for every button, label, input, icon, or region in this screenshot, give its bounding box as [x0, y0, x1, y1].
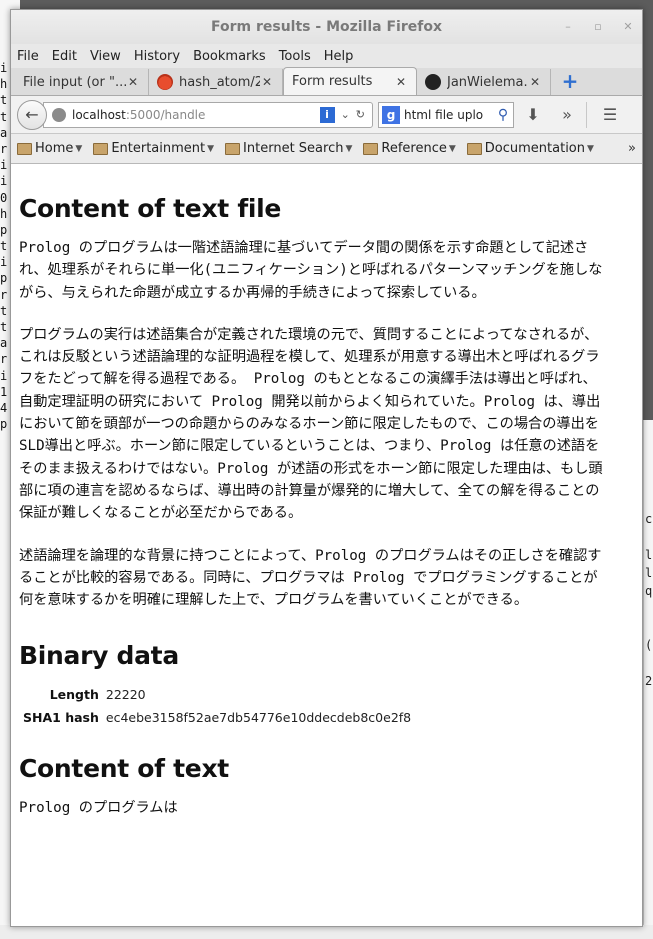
close-window-button[interactable]: ✕: [620, 19, 636, 35]
new-tab-plus-icon[interactable]: +: [559, 71, 581, 93]
globe-icon: [52, 107, 66, 122]
google-icon[interactable]: g: [382, 105, 400, 124]
page-heading-text-file: Content of text file: [19, 194, 282, 223]
back-arrow-icon[interactable]: ←: [17, 99, 47, 130]
chevron-down-icon: ▼: [345, 143, 353, 154]
url-bar[interactable]: localhost :5000/handle i ⌄ ↻: [43, 101, 373, 128]
bookmark-folder-reference[interactable]: Reference ▼: [363, 141, 456, 156]
download-arrow-icon[interactable]: ⬇: [518, 105, 548, 124]
background-strip-bottom: [0, 925, 653, 939]
table-row: Length 22220: [23, 686, 416, 707]
menu-file[interactable]: File: [17, 49, 39, 64]
search-bar[interactable]: g html file uplo ⚲: [378, 101, 514, 128]
folder-icon: [225, 142, 241, 155]
binary-data-table: Length 22220 SHA1 hash ec4ebe3158f52ae7d…: [21, 684, 418, 732]
table-row: SHA1 hash ec4ebe3158f52ae7db54776e10ddec…: [23, 709, 416, 730]
chevron-down-icon: ▼: [75, 143, 83, 154]
info-icon[interactable]: i: [319, 106, 335, 123]
minimize-button[interactable]: –: [560, 19, 576, 35]
background-char: c: [645, 512, 653, 526]
window-title: Form results - Mozilla Firefox: [211, 19, 442, 35]
page-content: Content of text file Prolog のプログラムは一階述語論…: [11, 172, 642, 926]
bookmark-label: Entertainment: [111, 141, 206, 156]
page-heading-text-content: Content of text: [19, 754, 229, 784]
menu-edit[interactable]: Edit: [52, 49, 77, 64]
tab-bar: File input (or "... ✕ hash_atom/2 ✕ Form…: [11, 67, 642, 96]
menu-help[interactable]: Help: [324, 49, 354, 64]
menu-bookmarks[interactable]: Bookmarks: [193, 49, 266, 64]
chevron-down-icon: ▼: [448, 143, 456, 154]
paragraph: 述語論理を論理的な背景に持つことによって、Prolog のプログラムはその正しさ…: [19, 547, 602, 609]
length-value: 22220: [105, 687, 146, 703]
folder-icon: [17, 142, 32, 155]
firefox-window: Form results - Mozilla Firefox – ▫ ✕ Fil…: [10, 9, 643, 927]
background-char: [645, 528, 653, 546]
background-char: (: [645, 638, 653, 652]
background-char: [645, 618, 653, 636]
tab-label: JanWielema...: [447, 74, 528, 90]
menu-tools[interactable]: Tools: [279, 49, 311, 64]
bookmark-label: Internet Search: [243, 141, 344, 156]
background-char: [645, 600, 653, 618]
url-path: :5000/handle: [125, 107, 206, 122]
length-label: Length: [49, 687, 99, 703]
background-char: [645, 654, 653, 672]
tab-label: Form results: [292, 74, 373, 89]
paragraph: プログラムの実行は述語集合が定義された環境の元で、質問することによってなされるが…: [19, 326, 603, 522]
navigation-bar: ← localhost :5000/handle i ⌄ ↻ g html fi…: [11, 96, 642, 134]
bookmark-folder-internet-search[interactable]: Internet Search ▼: [225, 141, 352, 156]
toolbar-divider: [586, 101, 587, 128]
chevron-down-icon[interactable]: ⌄: [341, 108, 350, 121]
title-bar[interactable]: Form results - Mozilla Firefox – ▫ ✕: [11, 10, 642, 44]
chevron-down-icon: ▼: [587, 143, 594, 154]
bookmark-folder-home[interactable]: Home ▼: [17, 141, 82, 156]
close-tab-icon[interactable]: ✕: [528, 75, 542, 89]
search-input[interactable]: html file uplo: [404, 108, 493, 122]
bookmarks-overflow-icon[interactable]: »: [628, 141, 636, 156]
url-host: localhost: [72, 107, 126, 122]
background-char: l: [645, 548, 653, 562]
bookmarks-toolbar: Home ▼ Entertainment ▼ Internet Search ▼ Re…: [11, 134, 642, 164]
text-content-value: Prolog のプログラムは: [19, 800, 178, 817]
owl-icon: [157, 74, 173, 90]
background-char: l: [645, 566, 653, 580]
tab-label: File input (or "...: [23, 74, 126, 90]
background-char: 23: [645, 674, 653, 688]
github-icon: [425, 74, 441, 90]
bookmark-label: Documentation: [484, 141, 585, 156]
sha1-label: SHA1 hash: [23, 710, 99, 726]
background-editor-text: c llq ( 23: [645, 510, 653, 690]
maximize-button[interactable]: ▫: [590, 19, 606, 35]
tab-github[interactable]: JanWielema... ✕: [417, 69, 551, 95]
bookmark-folder-documentation[interactable]: Documentation ▼: [466, 141, 594, 156]
sha1-value: ec4ebe3158f52ae7db54776e10ddecdeb8c0e2f8: [105, 710, 412, 726]
tab-form-results[interactable]: Form results ✕: [283, 67, 417, 95]
folder-icon: [466, 142, 482, 155]
tab-hash-atom[interactable]: hash_atom/2 ✕: [149, 69, 283, 95]
menu-history[interactable]: History: [134, 49, 180, 64]
hamburger-menu-icon[interactable]: ☰: [595, 105, 625, 124]
menu-view[interactable]: View: [90, 49, 121, 64]
tab-label: hash_atom/2: [179, 74, 260, 90]
bookmark-label: Reference: [381, 141, 447, 156]
menu-bar: File Edit View History Bookmarks Tools H…: [11, 44, 642, 68]
page-heading-binary-data: Binary data: [19, 641, 179, 671]
close-tab-icon[interactable]: ✕: [126, 75, 140, 89]
magnifier-search-icon[interactable]: ⚲: [493, 107, 513, 123]
close-tab-icon[interactable]: ✕: [260, 75, 274, 89]
overflow-chevron-icon[interactable]: »: [552, 105, 582, 124]
tab-file-input[interactable]: File input (or "... ✕: [15, 69, 149, 95]
folder-icon: [363, 142, 379, 155]
folder-icon: [93, 142, 109, 155]
bookmark-label: Home: [35, 141, 74, 156]
bookmark-folder-entertainment[interactable]: Entertainment ▼: [93, 141, 214, 156]
paragraph: Prolog のプログラムは一階述語論理に基づいてデータ間の関係を示す命題として…: [19, 240, 603, 301]
background-char: q: [645, 584, 653, 598]
reload-icon[interactable]: ↻: [356, 108, 365, 121]
close-tab-icon[interactable]: ✕: [394, 75, 408, 89]
chevron-down-icon: ▼: [207, 143, 215, 154]
